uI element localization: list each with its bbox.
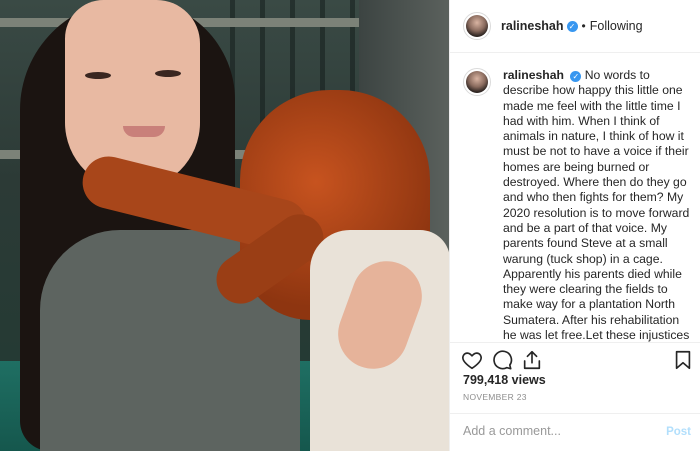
post-button[interactable]: Post	[666, 426, 691, 438]
separator-dot: •	[581, 19, 586, 33]
verified-badge-icon: ✓	[566, 20, 578, 32]
caption-avatar[interactable]	[463, 68, 491, 96]
post-video[interactable]	[0, 0, 449, 451]
verified-badge-icon: ✓	[570, 71, 582, 82]
caption-block: ralineshah ✓ No words to describe how ha…	[450, 54, 700, 342]
heart-icon[interactable]	[461, 349, 483, 371]
bookmark-icon[interactable]	[672, 349, 694, 371]
caption-text: No words to describe how happy this litt…	[503, 68, 690, 342]
caption: ralineshah ✓ No words to describe how ha…	[503, 68, 691, 342]
woman-mouth	[123, 126, 165, 137]
comment-bubble-icon[interactable]	[491, 349, 513, 371]
header-username[interactable]: ralineshah	[501, 19, 564, 33]
following-button[interactable]: Following	[590, 19, 643, 33]
views-count[interactable]: 799,418 views	[463, 373, 546, 387]
post-date[interactable]: NOVEMBER 23	[463, 392, 527, 402]
comment-input[interactable]	[463, 424, 643, 438]
action-bar	[450, 342, 700, 376]
add-comment-bar: Post	[450, 413, 700, 451]
share-icon[interactable]	[521, 349, 543, 371]
post-header: ralineshah ✓ • Following	[450, 0, 700, 53]
caption-username[interactable]: ralineshah	[503, 68, 564, 82]
avatar[interactable]	[463, 12, 491, 40]
post-sidebar: ralineshah ✓ • Following ralineshah ✓ No…	[449, 0, 700, 451]
